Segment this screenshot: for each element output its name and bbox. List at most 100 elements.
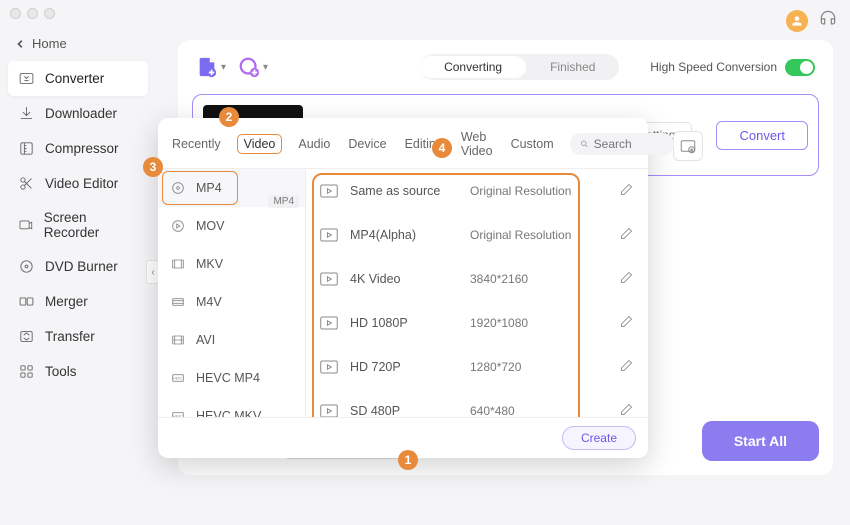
preset-resolution: 3840*2160 [470, 272, 528, 286]
preset-list: Same as source Original Resolution MP4(A… [306, 169, 648, 417]
popup-tab-custom[interactable]: Custom [509, 135, 556, 153]
search-box[interactable] [570, 133, 674, 155]
edit-preset-icon[interactable] [619, 314, 634, 332]
sidebar-item-converter[interactable]: Converter [8, 61, 148, 96]
video-icon [320, 316, 338, 330]
output-preset-icon[interactable] [673, 131, 703, 161]
add-url-button[interactable]: ▾ [238, 56, 268, 78]
preset-item[interactable]: SD 480P 640*480 [306, 389, 648, 417]
format-item-m4v[interactable]: M4V [158, 283, 305, 321]
sidebar-item-label: Downloader [45, 106, 117, 121]
edit-preset-icon[interactable] [619, 226, 634, 244]
home-label: Home [32, 36, 67, 51]
sidebar-item-label: Compressor [45, 141, 119, 156]
home-link[interactable]: Home [8, 30, 148, 57]
sidebar-item-label: Converter [45, 71, 104, 86]
preset-item[interactable]: HD 720P 1280*720 [306, 345, 648, 389]
search-input[interactable] [594, 137, 664, 151]
step-bubble-4: 4 [432, 138, 452, 158]
format-popup: Recently Video Audio Device Editing Web … [158, 118, 648, 458]
step-bubble-3: 3 [143, 157, 163, 177]
popup-tab-audio[interactable]: Audio [296, 135, 332, 153]
format-label: MP4 [196, 181, 222, 195]
edit-preset-icon[interactable] [619, 358, 634, 376]
edit-preset-icon[interactable] [619, 402, 634, 417]
popup-tab-video[interactable]: Video [237, 134, 283, 154]
video-icon [320, 228, 338, 242]
format-label: MKV [196, 257, 223, 271]
preset-resolution: 1920*1080 [470, 316, 528, 330]
format-item-hevc-mkv[interactable]: HEVC HEVC MKV [158, 397, 305, 417]
maximize-dot[interactable] [44, 8, 55, 19]
support-icon[interactable] [818, 8, 838, 33]
hsc-toggle[interactable] [785, 59, 815, 76]
sidebar-item-video-editor[interactable]: Video Editor [8, 166, 148, 201]
sidebar-item-label: Tools [45, 364, 77, 379]
sidebar-item-label: Video Editor [45, 176, 118, 191]
start-all-button[interactable]: Start All [702, 421, 819, 461]
popup-tab-web-video[interactable]: Web Video [459, 128, 495, 160]
sidebar-item-label: Screen Recorder [44, 210, 138, 240]
tab-finished[interactable]: Finished [526, 56, 619, 78]
status-segment: Converting Finished [420, 54, 619, 80]
format-item-avi[interactable]: AVI [158, 321, 305, 359]
video-icon [320, 360, 338, 374]
video-icon [320, 404, 338, 417]
sidebar-item-label: Merger [45, 294, 88, 309]
sidebar-item-tools[interactable]: Tools [8, 354, 148, 389]
popup-tab-device[interactable]: Device [346, 135, 388, 153]
sidebar-item-downloader[interactable]: Downloader [8, 96, 148, 131]
svg-text:HEVC: HEVC [173, 414, 183, 417]
add-file-button[interactable]: ▾ [196, 56, 226, 78]
preset-name: SD 480P [350, 404, 470, 417]
preset-name: Same as source [350, 184, 470, 198]
format-item-hevc-mp4[interactable]: HEVC HEVC MP4 [158, 359, 305, 397]
format-label: M4V [196, 295, 222, 309]
format-label: HEVC MKV [196, 409, 261, 417]
avatar[interactable] [786, 10, 808, 32]
format-item-mov[interactable]: MOV [158, 207, 305, 245]
preset-item[interactable]: HD 1080P 1920*1080 [306, 301, 648, 345]
sidebar-item-label: DVD Burner [45, 259, 118, 274]
preset-name: MP4(Alpha) [350, 228, 470, 242]
step-bubble-1: 1 [398, 450, 418, 470]
edit-preset-icon[interactable] [619, 182, 634, 200]
preset-name: HD 1080P [350, 316, 470, 330]
close-dot[interactable] [10, 8, 21, 19]
window-controls [10, 8, 55, 19]
format-list: MP4 MP4 MOV MKV M4V AVI HEVC [158, 169, 306, 417]
chevron-down-icon: ▾ [263, 62, 268, 73]
search-icon [580, 138, 589, 150]
sidebar-item-screen-recorder[interactable]: Screen Recorder [8, 201, 148, 249]
sidebar-item-compressor[interactable]: Compressor [8, 131, 148, 166]
convert-button[interactable]: Convert [716, 121, 808, 150]
preset-name: 4K Video [350, 272, 470, 286]
preset-item[interactable]: Same as source Original Resolution [306, 169, 648, 213]
svg-text:HEVC: HEVC [173, 376, 183, 380]
video-icon [320, 272, 338, 286]
sidebar-item-label: Transfer [45, 329, 95, 344]
preset-resolution: Original Resolution [470, 184, 571, 198]
hsc-label: High Speed Conversion [650, 60, 777, 74]
sidebar-item-dvd-burner[interactable]: DVD Burner [8, 249, 148, 284]
preset-resolution: Original Resolution [470, 228, 571, 242]
preset-name: HD 720P [350, 360, 470, 374]
format-badge: MP4 [268, 195, 299, 208]
step-bubble-2: 2 [219, 107, 239, 127]
format-label: AVI [196, 333, 215, 347]
minimize-dot[interactable] [27, 8, 38, 19]
video-icon [320, 184, 338, 198]
sidebar: Home Converter Downloader Compressor Vid… [8, 30, 148, 389]
create-button[interactable]: Create [562, 426, 636, 450]
format-label: HEVC MP4 [196, 371, 260, 385]
preset-item[interactable]: 4K Video 3840*2160 [306, 257, 648, 301]
tab-converting[interactable]: Converting [420, 56, 526, 78]
sidebar-item-transfer[interactable]: Transfer [8, 319, 148, 354]
edit-preset-icon[interactable] [619, 270, 634, 288]
preset-resolution: 640*480 [470, 404, 515, 417]
popup-tab-recently[interactable]: Recently [170, 135, 223, 153]
format-item-mkv[interactable]: MKV [158, 245, 305, 283]
preset-item[interactable]: MP4(Alpha) Original Resolution [306, 213, 648, 257]
sidebar-item-merger[interactable]: Merger [8, 284, 148, 319]
format-label: MOV [196, 219, 224, 233]
